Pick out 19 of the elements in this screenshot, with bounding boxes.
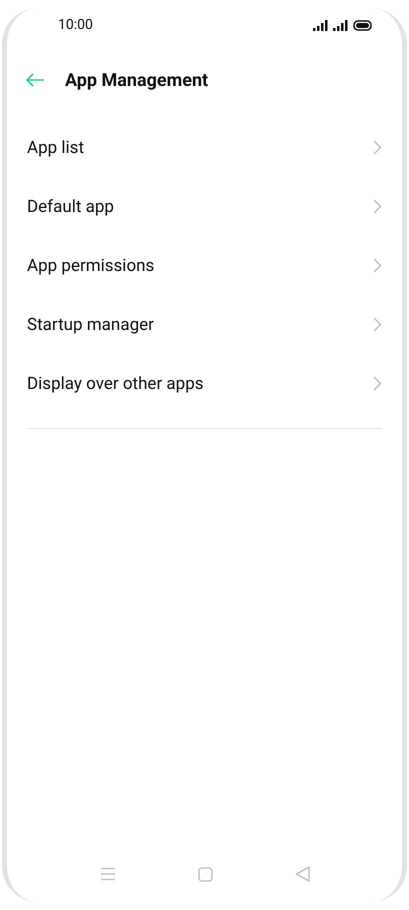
signal-icon xyxy=(313,20,329,30)
menu-item[interactable]: App permissions xyxy=(7,236,402,295)
chevron-icon xyxy=(373,199,382,214)
chevron-icon xyxy=(373,376,382,391)
signal-icon xyxy=(333,20,349,30)
back-icon[interactable] xyxy=(25,73,45,87)
menu-item[interactable]: Startup manager xyxy=(7,295,402,354)
chevron-icon xyxy=(373,140,382,155)
menu-item[interactable]: App list xyxy=(7,118,402,177)
menu-item[interactable]: Default app xyxy=(7,177,402,236)
chevron-icon xyxy=(373,258,382,273)
menu-icon[interactable] xyxy=(100,867,116,881)
back-nav-icon[interactable] xyxy=(294,866,310,882)
menu-item[interactable]: Display over other apps xyxy=(7,354,402,413)
page-title: App Management xyxy=(65,70,208,90)
battery-icon xyxy=(353,20,372,30)
status-time: 10:00 xyxy=(58,17,93,33)
home-icon[interactable] xyxy=(198,866,212,882)
chevron-icon xyxy=(373,317,382,332)
